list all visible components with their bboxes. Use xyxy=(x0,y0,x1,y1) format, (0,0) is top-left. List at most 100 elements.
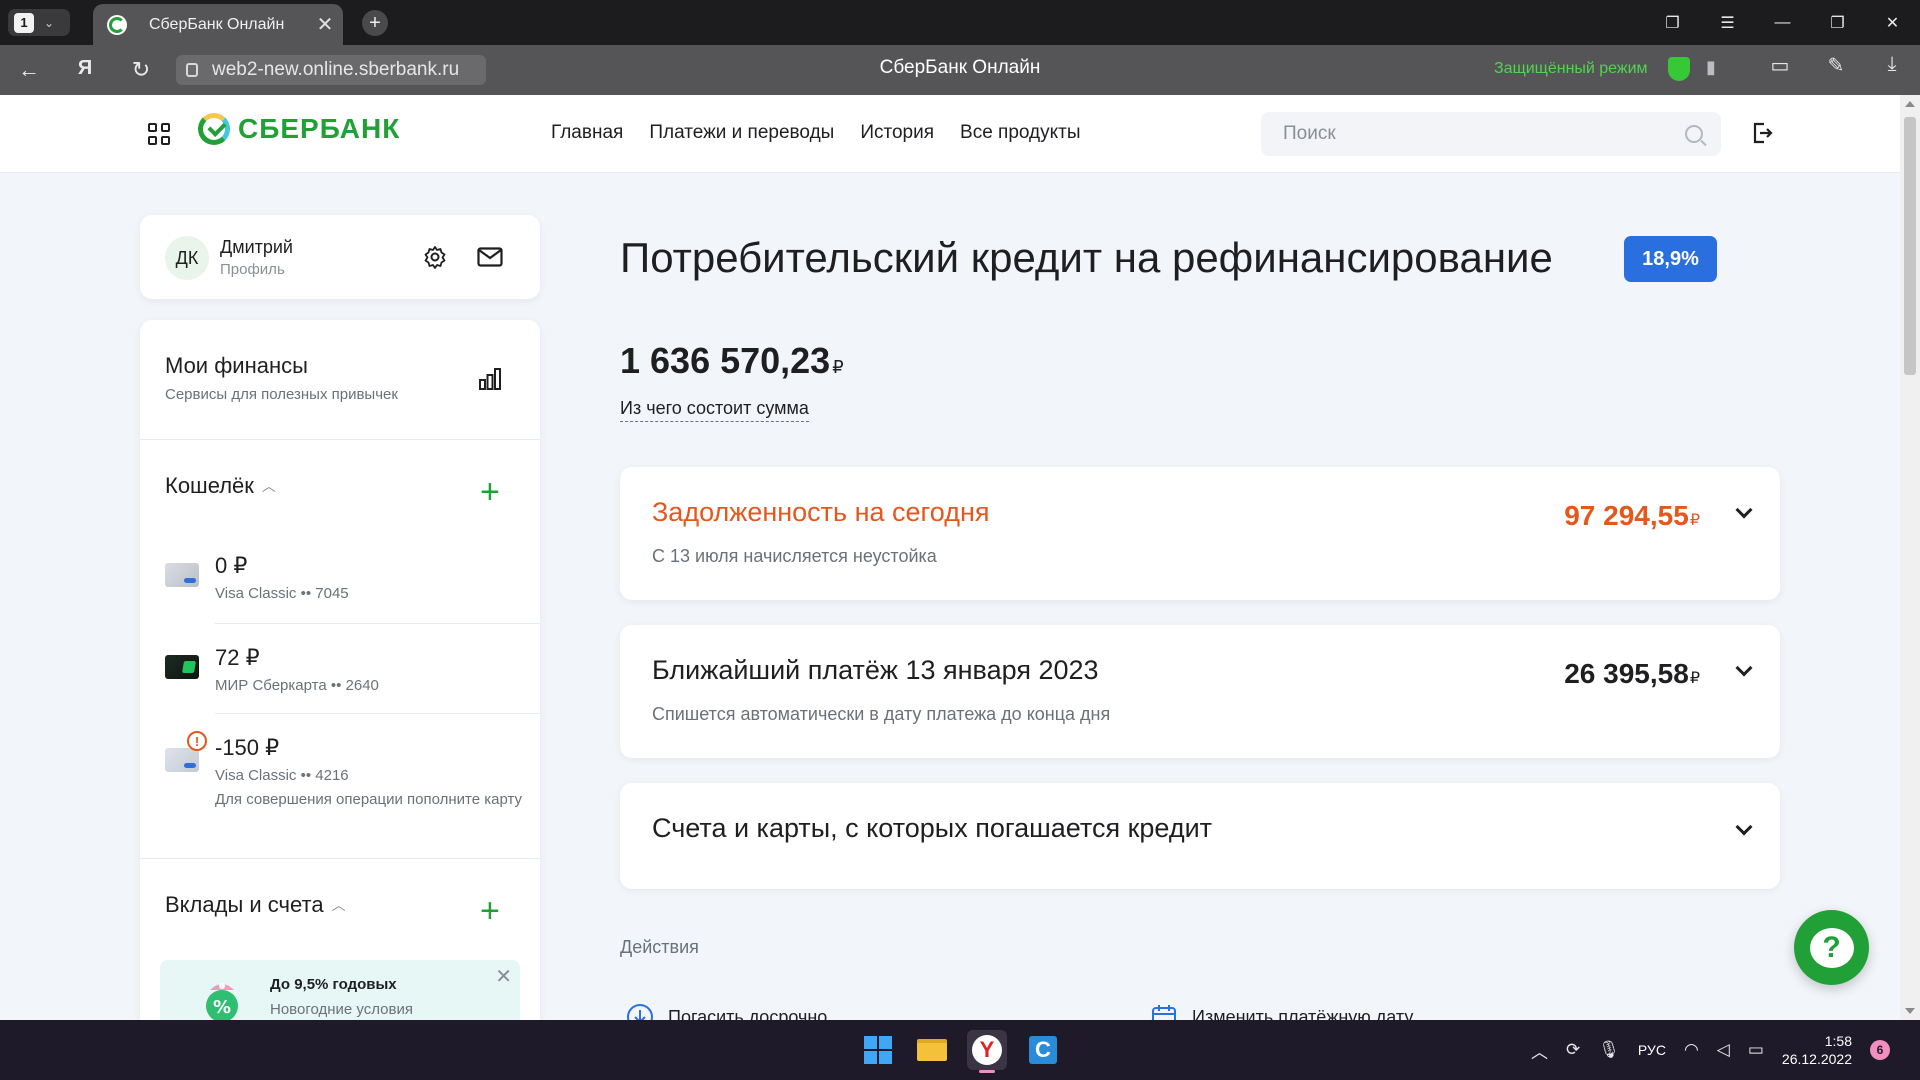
visa-card-icon xyxy=(165,748,199,772)
shield-icon[interactable] xyxy=(1668,57,1690,81)
add-wallet-button[interactable]: + xyxy=(480,475,500,509)
apps-grid-icon[interactable] xyxy=(148,123,170,145)
visa-card-icon xyxy=(165,563,199,587)
battery-icon[interactable]: ▭ xyxy=(1748,1040,1764,1060)
wallet-title: Кошелёк xyxy=(165,473,254,498)
language-indicator[interactable]: РУС xyxy=(1638,1042,1666,1058)
reload-icon[interactable]: ↻ xyxy=(126,57,156,83)
wallet-section-header[interactable]: Кошелёк ︿ xyxy=(165,473,276,499)
svg-text:%: % xyxy=(213,997,231,1018)
windows-start-button[interactable] xyxy=(858,1030,898,1070)
battery-saver-icon[interactable]: ▭ xyxy=(1752,53,1808,78)
loan-total: 1 636 570,23 ₽ xyxy=(620,340,844,382)
bookmark-icon[interactable]: ▮ xyxy=(1706,57,1716,78)
mail-icon[interactable] xyxy=(477,247,503,267)
promo-close-icon[interactable]: ✕ xyxy=(495,964,512,989)
search-input[interactable] xyxy=(1283,123,1685,145)
card-amount: 72 ₽ xyxy=(215,645,260,670)
microphone-icon[interactable]: 🎙 xyxy=(1598,1040,1620,1060)
collections-icon[interactable]: ❐ xyxy=(1645,13,1700,33)
currency-sign: ₽ xyxy=(832,357,844,377)
system-tray: ︿ ⟳ 🎙 РУС ◠ ◁ ▭ 1:58 26.12.2022 6 xyxy=(1531,1020,1890,1080)
nav-payments[interactable]: Платежи и переводы xyxy=(649,122,834,144)
yandex-home-icon[interactable]: Я xyxy=(70,57,100,80)
wifi-icon[interactable]: ◠ xyxy=(1684,1040,1699,1060)
browser-tab-active[interactable]: СберБанк Онлайн ✕ xyxy=(93,4,343,45)
card-amount: -150 ₽ xyxy=(215,735,280,760)
main-nav: Главная Платежи и переводы История Все п… xyxy=(551,122,1081,144)
help-chat-button[interactable]: ? xyxy=(1794,910,1869,985)
scroll-up-icon[interactable] xyxy=(1905,101,1915,107)
windows-logo-icon xyxy=(864,1036,892,1064)
promo-banner[interactable]: % До 9,5% годовых Новогодние условия ✕ xyxy=(160,960,520,1020)
logout-icon[interactable] xyxy=(1750,121,1774,145)
finances-title[interactable]: Мои финансы xyxy=(165,353,308,379)
divider xyxy=(140,858,540,859)
c-app-button[interactable]: C xyxy=(1023,1030,1063,1070)
accounts-accordion[interactable]: Счета и карты, с которых погашается кред… xyxy=(620,783,1780,889)
card-warning-note: Для совершения операции пополните карту xyxy=(215,791,523,808)
profile-name: Дмитрий xyxy=(220,237,293,257)
debt-amount-value: 97 294,55 xyxy=(1564,500,1689,531)
secure-mode-label[interactable]: Защищённый режим xyxy=(1494,60,1648,78)
deposits-section-header[interactable]: Вклады и счета ︿ xyxy=(165,892,346,918)
site-header: СБЕРБАНК Главная Платежи и переводы Исто… xyxy=(0,95,1900,173)
tray-expand-icon[interactable]: ︿ xyxy=(1531,1038,1548,1063)
chevron-down-icon[interactable] xyxy=(1735,501,1753,519)
add-deposit-button[interactable]: + xyxy=(480,894,500,928)
help-icon: ? xyxy=(1809,927,1854,968)
debt-amount: 97 294,55₽ xyxy=(1564,500,1700,532)
wallet-card-row[interactable]: ! -150 ₽ Visa Classic •• 4216 Для соверш… xyxy=(140,731,540,852)
chevron-down-icon[interactable] xyxy=(1735,659,1753,677)
profile-card[interactable]: ДК Дмитрий Профиль xyxy=(140,215,540,299)
loan-title: Потребительский кредит на рефинансирован… xyxy=(620,234,1553,281)
tab-counter-button[interactable]: 1 ⌄ xyxy=(8,9,70,36)
avatar[interactable]: ДК xyxy=(165,236,209,280)
window-controls: ❐ ☰ — ❐ ✕ xyxy=(1645,0,1920,45)
page-scrollbar[interactable] xyxy=(1900,95,1920,1020)
file-explorer-button[interactable] xyxy=(912,1030,952,1070)
gear-icon[interactable] xyxy=(423,245,447,269)
nav-home[interactable]: Главная xyxy=(551,122,623,144)
scrollbar-thumb[interactable] xyxy=(1904,117,1916,375)
sber-logo-icon xyxy=(198,113,230,145)
bar-chart-icon[interactable] xyxy=(477,366,503,392)
chevron-down-icon[interactable] xyxy=(1735,818,1753,836)
sberbank-logo[interactable]: СБЕРБАНК xyxy=(198,113,400,145)
minimize-icon[interactable]: — xyxy=(1755,14,1810,32)
nav-history[interactable]: История xyxy=(860,122,934,144)
nav-all-products[interactable]: Все продукты xyxy=(960,122,1081,144)
sber-favicon-icon xyxy=(107,14,127,35)
yandex-browser-button[interactable]: Y xyxy=(967,1030,1007,1073)
tab-title: СберБанк Онлайн xyxy=(149,15,285,33)
wallet-card-row[interactable]: 0 ₽ Visa Classic •• 7045 xyxy=(140,550,540,640)
wallet-card-row[interactable]: 72 ₽ МИР Сберкарта •• 2640 xyxy=(140,642,540,732)
close-window-icon[interactable]: ✕ xyxy=(1865,13,1920,33)
percent-gift-icon: % xyxy=(206,983,238,1020)
c-app-icon: C xyxy=(1029,1036,1057,1064)
tab-close-icon[interactable]: ✕ xyxy=(307,12,343,37)
clock[interactable]: 1:58 26.12.2022 xyxy=(1782,1032,1852,1068)
next-payment-amount: 26 395,58₽ xyxy=(1564,658,1700,690)
finances-subtitle: Сервисы для полезных привычек xyxy=(165,386,398,403)
notification-badge[interactable]: 6 xyxy=(1870,1040,1890,1060)
extensions-icon[interactable]: ✎ xyxy=(1808,53,1864,78)
breakdown-link[interactable]: Из чего состоит сумма xyxy=(620,398,809,422)
next-payment-accordion[interactable]: Ближайший платёж 13 января 2023 Спишется… xyxy=(620,625,1780,758)
back-icon[interactable]: ← xyxy=(14,57,44,83)
rate-badge: 18,9% xyxy=(1624,236,1717,282)
search-icon[interactable] xyxy=(1685,125,1703,143)
sync-icon[interactable]: ⟳ xyxy=(1566,1040,1580,1060)
debt-accordion[interactable]: Задолженность на сегодня С 13 июля начис… xyxy=(620,467,1780,600)
url-field[interactable]: web2-new.online.sberbank.ru xyxy=(176,55,486,85)
card-name: Visa Classic •• 7045 xyxy=(215,585,349,602)
volume-icon[interactable]: ◁ xyxy=(1717,1040,1730,1060)
download-icon[interactable]: ⤓ xyxy=(1864,53,1920,78)
new-tab-button[interactable]: + xyxy=(362,10,388,36)
currency-sign: ₽ xyxy=(1689,512,1700,529)
menu-icon[interactable]: ☰ xyxy=(1700,13,1755,33)
scroll-down-icon[interactable] xyxy=(1905,1008,1915,1014)
divider xyxy=(215,623,540,624)
deposits-title: Вклады и счета xyxy=(165,892,324,917)
restore-icon[interactable]: ❐ xyxy=(1810,13,1865,33)
